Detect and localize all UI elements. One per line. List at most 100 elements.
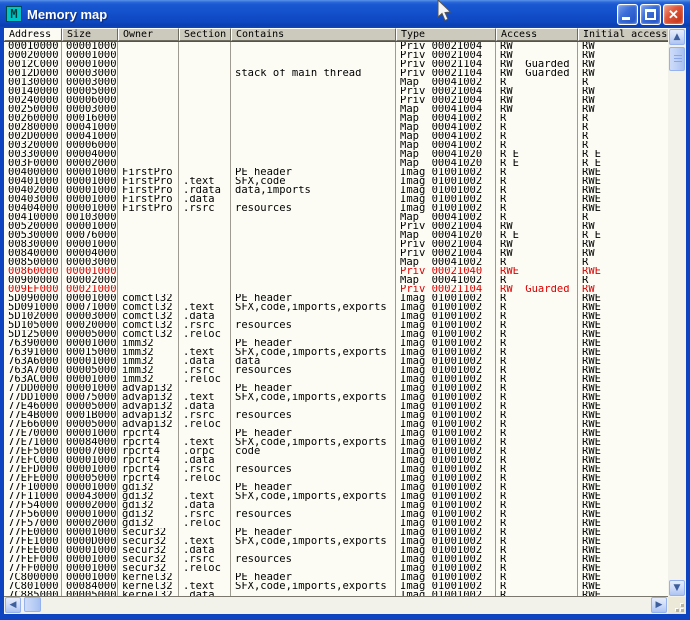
cell-address: 5D105000 bbox=[4, 321, 62, 330]
table-row[interactable]: 0052000000001000Priv 00021004RWRW bbox=[4, 222, 668, 231]
table-row[interactable]: 009EF00000021000Priv 00021104RW GuardedR… bbox=[4, 285, 668, 294]
horizontal-scroll-thumb[interactable] bbox=[24, 597, 41, 612]
table-row[interactable]: 0086000000001000Priv 00021040RWERWE bbox=[4, 267, 668, 276]
cell-contains bbox=[231, 330, 396, 339]
table-row[interactable]: 0090000000002000Map 00041002RR bbox=[4, 276, 668, 285]
table-row[interactable]: 0040400000001000FirstPro.rsrcresourcesIm… bbox=[4, 204, 668, 213]
table-row[interactable]: 77EFD00000001000rpcrt4.rsrcresourcesImag… bbox=[4, 465, 668, 474]
table-row[interactable]: 77FF000000001000secur32.relocImag 010010… bbox=[4, 564, 668, 573]
column-header-size[interactable]: Size bbox=[62, 28, 118, 41]
table-row[interactable]: 0083000000001000Priv 00021004RWRW bbox=[4, 240, 668, 249]
cell-contains: PE header bbox=[231, 483, 396, 492]
table-row[interactable]: 77EFE00000005000rpcrt4.relocImag 0100100… bbox=[4, 474, 668, 483]
table-row[interactable]: 763AC00000001000imm32.relocImag 01001002… bbox=[4, 375, 668, 384]
scroll-right-button[interactable]: ▶ bbox=[651, 597, 667, 613]
table-row[interactable]: 77DD000000001000advapi32PE headerImag 01… bbox=[4, 384, 668, 393]
table-row[interactable]: 5D09100000071000comctl32.textSFX,code,im… bbox=[4, 303, 668, 312]
table-row[interactable]: 763A600000001000imm32.datadataImag 01001… bbox=[4, 357, 668, 366]
cell-owner bbox=[118, 213, 179, 222]
table-row[interactable]: 7639100000015000imm32.textSFX,code,impor… bbox=[4, 348, 668, 357]
column-header-contains[interactable]: Contains bbox=[231, 28, 396, 41]
table-row[interactable]: 0028000000041000Map 00041002RR bbox=[4, 123, 668, 132]
table-row[interactable]: 0012C00000001000Priv 00021104RW GuardedR… bbox=[4, 60, 668, 69]
table-row[interactable]: 77DD100000075000advapi32.textSFX,code,im… bbox=[4, 393, 668, 402]
table-row[interactable]: 77F5400000002000gdi32.dataImag 01001002R… bbox=[4, 501, 668, 510]
table-row[interactable]: 77F5600000001000gdi32.rsrcresourcesImag … bbox=[4, 510, 668, 519]
horizontal-scrollbar[interactable]: ◀ ▶ bbox=[4, 597, 668, 614]
cell-access: R bbox=[496, 348, 578, 357]
column-header-address[interactable]: Address bbox=[4, 28, 62, 41]
table-row[interactable]: 7C80000000001000kernel32PE headerImag 01… bbox=[4, 573, 668, 582]
scroll-down-button[interactable]: ▼ bbox=[669, 580, 685, 596]
cell-access: R bbox=[496, 573, 578, 582]
minimize-button[interactable] bbox=[617, 4, 638, 25]
titlebar[interactable]: M Memory map ✕ bbox=[0, 0, 690, 28]
table-row[interactable]: 003F000000002000Map 00041020R ER E bbox=[4, 159, 668, 168]
table-row[interactable]: 5D12500000005000comctl32.relocImag 01001… bbox=[4, 330, 668, 339]
table-row[interactable]: 77FEF00000001000secur32.rsrcresourcesIma… bbox=[4, 555, 668, 564]
table-row[interactable]: 0033000000004000Map 00041020R ER E bbox=[4, 150, 668, 159]
table-row[interactable]: 77EFC00000001000rpcrt4.dataImag 01001002… bbox=[4, 456, 668, 465]
cell-owner: FirstPro bbox=[118, 168, 179, 177]
table-row[interactable]: 0084000000004000Priv 00021004RWRW bbox=[4, 249, 668, 258]
vertical-scroll-thumb[interactable] bbox=[669, 47, 685, 71]
table-row[interactable]: 77E6600000005000advapi32.relocImag 01001… bbox=[4, 420, 668, 429]
table-row[interactable]: 77F1000000001000gdi32PE headerImag 01001… bbox=[4, 483, 668, 492]
table-row[interactable]: 0002000000001000Priv 00021004RWRW bbox=[4, 51, 668, 60]
table-row[interactable]: 0013000000003000Map 00041002RR bbox=[4, 78, 668, 87]
table-row[interactable]: 0012D00000003000stack of main threadPriv… bbox=[4, 69, 668, 78]
table-row[interactable]: 7C80100000084000kernel32.textSFX,code,im… bbox=[4, 582, 668, 591]
table-row[interactable]: 0014000000005000Priv 00021004RWRW bbox=[4, 87, 668, 96]
table-row[interactable]: 0001000000001000Priv 00021004RWRW bbox=[4, 42, 668, 51]
table-row[interactable]: 77F1100000043000gdi32.textSFX,code,impor… bbox=[4, 492, 668, 501]
maximize-button[interactable] bbox=[640, 4, 661, 25]
cell-section bbox=[179, 69, 231, 78]
table-row[interactable]: 77E4B0000001B000advapi32.rsrcresourcesIm… bbox=[4, 411, 668, 420]
table-row[interactable]: 0032000000006000Map 00041002RR bbox=[4, 141, 668, 150]
scroll-up-button[interactable]: ▲ bbox=[669, 29, 685, 45]
scroll-left-button[interactable]: ◀ bbox=[5, 597, 21, 613]
cell-address: 77DD1000 bbox=[4, 393, 62, 402]
cell-section: .rsrc bbox=[179, 204, 231, 213]
column-header-initial-access[interactable]: Initial access bbox=[578, 28, 668, 41]
cell-type: Imag 01001002 bbox=[396, 177, 496, 186]
resize-grip[interactable] bbox=[672, 600, 684, 612]
table-row[interactable]: 77E7100000084000rpcrt4.textSFX,code,impo… bbox=[4, 438, 668, 447]
table-row[interactable]: 77E4600000005000advapi32.dataImag 010010… bbox=[4, 402, 668, 411]
table-row[interactable]: 77F5700000002000gdi32.relocImag 01001002… bbox=[4, 519, 668, 528]
cell-contains: SFX,code,imports,exports bbox=[231, 438, 396, 447]
minimize-icon bbox=[622, 17, 630, 20]
thumb-ridges-icon bbox=[674, 55, 682, 63]
cell-contains bbox=[231, 132, 396, 141]
vertical-scrollbar[interactable]: ▲ ▼ bbox=[668, 28, 686, 597]
table-row[interactable]: 0040000000001000FirstProPE headerImag 01… bbox=[4, 168, 668, 177]
table-row[interactable]: 5D10500000020000comctl32.rsrcresourcesIm… bbox=[4, 321, 668, 330]
table-row[interactable]: 0053000000076000Map 00041020R ER E bbox=[4, 231, 668, 240]
cell-type: Priv 00021004 bbox=[396, 222, 496, 231]
table-row[interactable]: 0085000000003000Map 00041002RR bbox=[4, 258, 668, 267]
table-row[interactable]: 0041000000103000Map 00041002RR bbox=[4, 213, 668, 222]
column-header-owner[interactable]: Owner bbox=[118, 28, 179, 41]
table-row[interactable]: 0026000000016000Map 00041002RR bbox=[4, 114, 668, 123]
table-row[interactable]: 7639000000001000imm32PE headerImag 01001… bbox=[4, 339, 668, 348]
table-row[interactable]: 0025000000003000Map 00041004RWRW bbox=[4, 105, 668, 114]
close-button[interactable]: ✕ bbox=[663, 4, 684, 25]
table-row[interactable]: 77EF500000007000rpcrt4.orpccodeImag 0100… bbox=[4, 447, 668, 456]
table-row[interactable]: 77FEE00000001000secur32.dataImag 0100100… bbox=[4, 546, 668, 555]
table-row[interactable]: 77FE10000000D000secur32.textSFX,code,imp… bbox=[4, 537, 668, 546]
table-row[interactable]: 002D000000041000Map 00041002RR bbox=[4, 132, 668, 141]
column-header-section[interactable]: Section bbox=[179, 28, 231, 41]
table-row[interactable]: 763A700000005000imm32.rsrcresourcesImag … bbox=[4, 366, 668, 375]
table-row[interactable]: 77FE000000001000secur32PE headerImag 010… bbox=[4, 528, 668, 537]
table-row[interactable]: 0040200000001000FirstPro.rdatadata,impor… bbox=[4, 186, 668, 195]
column-header-access[interactable]: Access bbox=[496, 28, 578, 41]
table-row[interactable]: 5D09000000001000comctl32PE headerImag 01… bbox=[4, 294, 668, 303]
cell-address: 7C800000 bbox=[4, 573, 62, 582]
table-row[interactable]: 5D10200000003000comctl32.dataImag 010010… bbox=[4, 312, 668, 321]
table-row[interactable]: 77E7000000001000rpcrt4PE headerImag 0100… bbox=[4, 429, 668, 438]
cell-owner: rpcrt4 bbox=[118, 474, 179, 483]
table-row[interactable]: 0040100000001000FirstPro.textSFX,codeIma… bbox=[4, 177, 668, 186]
table-row[interactable]: 0024000000006000Priv 00021004RWRW bbox=[4, 96, 668, 105]
table-row[interactable]: 0040300000001000FirstPro.dataImag 010010… bbox=[4, 195, 668, 204]
column-header-type[interactable]: Type bbox=[396, 28, 496, 41]
